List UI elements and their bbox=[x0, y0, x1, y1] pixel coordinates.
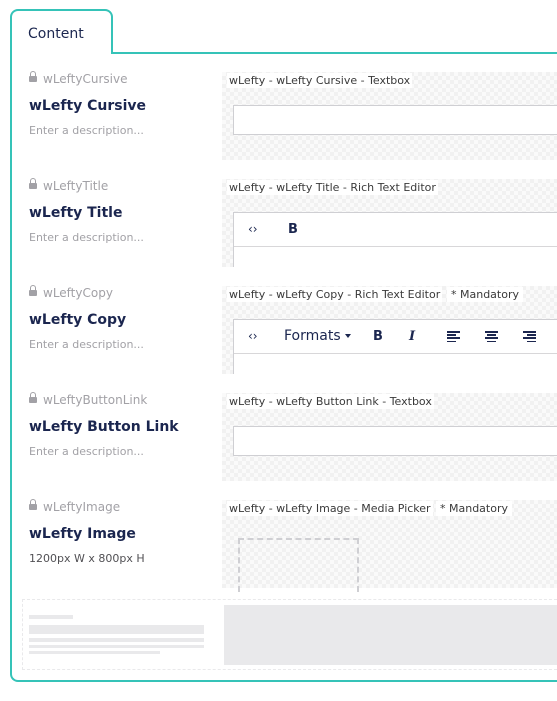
property-editor-area: wLefty - wLefty Image - Media Picker * M… bbox=[222, 500, 557, 592]
property-editor-area: wLefty - wLefty Copy - Rich Text Editor … bbox=[222, 286, 557, 374]
code-icon[interactable]: ‹› bbox=[248, 320, 258, 353]
property-editor-area: wLefty - wLefty Cursive - Textbox bbox=[222, 72, 557, 160]
property-description[interactable]: Enter a description... bbox=[29, 338, 144, 351]
skeleton-line bbox=[29, 615, 73, 619]
tab-content-label: Content bbox=[28, 26, 84, 42]
property-label: wLefty Title bbox=[29, 205, 123, 221]
textbox-input[interactable] bbox=[233, 426, 557, 456]
property-alias: wLeftyCursive bbox=[29, 71, 127, 86]
editor-title: wLefty - wLefty Image - Media Picker bbox=[227, 501, 433, 516]
property-description[interactable]: Enter a description... bbox=[29, 445, 144, 458]
property-label: wLefty Image bbox=[29, 526, 136, 542]
skeleton-editor bbox=[224, 605, 557, 665]
property-editor-area: wLefty - wLefty Button Link - Textbox bbox=[222, 393, 557, 481]
editor-title: wLefty - wLefty Copy - Rich Text Editor bbox=[227, 287, 443, 302]
property-alias: wLeftyTitle bbox=[29, 178, 108, 193]
skeleton-line bbox=[29, 638, 204, 642]
property-alias: wLeftyCopy bbox=[29, 285, 113, 300]
rich-text-editor[interactable]: ‹› B bbox=[233, 212, 557, 267]
bold-button[interactable]: B bbox=[288, 213, 298, 246]
lock-icon bbox=[29, 285, 37, 296]
property-label: wLefty Copy bbox=[29, 312, 127, 328]
property-alias: wLeftyImage bbox=[29, 499, 120, 514]
skeleton-line bbox=[29, 645, 204, 648]
align-left-icon[interactable] bbox=[447, 331, 460, 343]
bold-button[interactable]: B bbox=[373, 320, 383, 353]
property-description[interactable]: 1200px W x 800px H bbox=[29, 552, 145, 565]
editor-title: wLefty - wLefty Button Link - Textbox bbox=[227, 394, 434, 409]
align-center-icon[interactable] bbox=[485, 331, 498, 343]
lock-icon bbox=[29, 392, 37, 403]
property-description[interactable]: Enter a description... bbox=[29, 124, 144, 137]
property-description[interactable]: Enter a description... bbox=[29, 231, 144, 244]
formats-dropdown[interactable]: Formats bbox=[284, 320, 351, 353]
skeleton-line bbox=[29, 625, 204, 634]
media-picker-dropzone[interactable] bbox=[238, 538, 359, 592]
property-alias: wLeftyButtonLink bbox=[29, 392, 147, 407]
skeleton-line bbox=[29, 651, 160, 654]
editor-title: wLefty - wLefty Title - Rich Text Editor bbox=[227, 180, 438, 195]
property-label: wLefty Button Link bbox=[29, 419, 179, 435]
align-right-icon[interactable] bbox=[523, 331, 536, 343]
chevron-down-icon bbox=[344, 334, 351, 338]
loading-placeholder bbox=[22, 599, 557, 670]
rte-toolbar: ‹› Formats B I bbox=[234, 320, 557, 354]
italic-button[interactable]: I bbox=[409, 320, 415, 353]
mandatory-badge: * Mandatory bbox=[436, 501, 512, 516]
rte-toolbar: ‹› B bbox=[234, 213, 557, 247]
code-icon[interactable]: ‹› bbox=[248, 213, 258, 246]
rich-text-editor[interactable]: ‹› Formats B I bbox=[233, 319, 557, 374]
lock-icon bbox=[29, 499, 37, 510]
tab-content[interactable]: Content bbox=[10, 9, 113, 54]
editor-title: wLefty - wLefty Cursive - Textbox bbox=[227, 73, 413, 88]
mandatory-badge: * Mandatory bbox=[447, 287, 523, 302]
lock-icon bbox=[29, 71, 37, 82]
textbox-input[interactable] bbox=[233, 105, 557, 135]
property-editor-area: wLefty - wLefty Title - Rich Text Editor… bbox=[222, 179, 557, 267]
property-label: wLefty Cursive bbox=[29, 98, 147, 114]
lock-icon bbox=[29, 178, 37, 189]
